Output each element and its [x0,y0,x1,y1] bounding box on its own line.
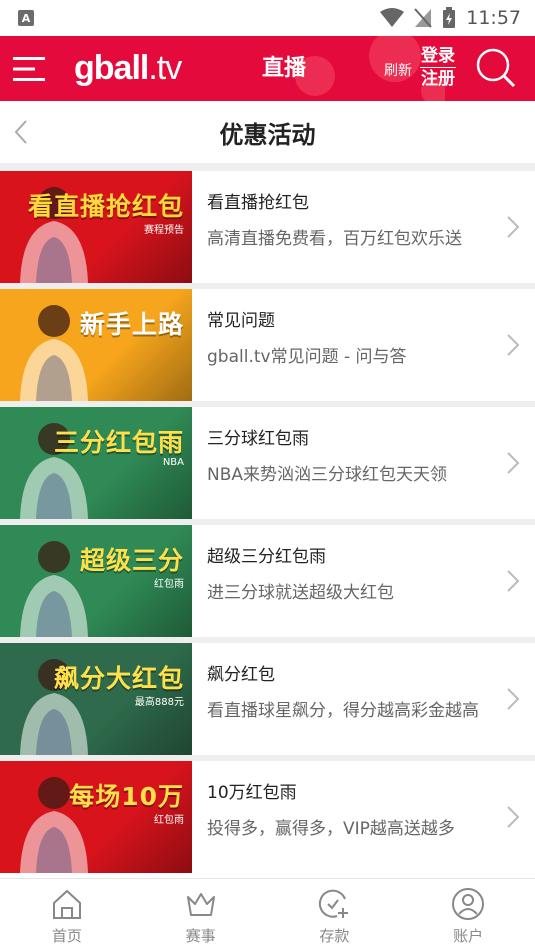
promo-banner-image[interactable]: 三分红包雨 NBA [0,407,192,519]
tab-events[interactable]: 赛事 [134,879,268,952]
promo-banner-image[interactable]: 看直播抢红包赛程预告 [0,171,192,283]
promo-banner-subtext: 最高888元 [134,697,184,708]
promo-title: 超级三分红包雨 [207,547,326,567]
promo-body: 常见问题 gball.tv常见问题 - 问与答 [192,289,535,401]
promo-item[interactable]: 三分红包雨 NBA 三分球红包雨 NBA来势汹汹三分球红包天天领 [0,407,535,519]
login-link[interactable]: 登录 [421,45,455,67]
status-time: 11:57 [466,7,521,29]
tab-deposit[interactable]: 存款 [268,879,402,952]
bottom-tab-bar: 首页 赛事 存款 账户 [0,878,535,952]
account-icon [452,888,485,920]
promo-body: 飙分红包看直播球星飙分，得分越高彩金越高 [192,643,535,755]
promo-item[interactable]: 看直播抢红包 赛程预告 看直播抢红包 高清直播免费看，百万红包欢乐送 [0,171,535,283]
promo-description: 进三分球就送超级大红包 [207,583,394,603]
divider [0,163,535,171]
wifi-icon [380,8,405,27]
promo-banner-text: 每场10万 [69,782,184,811]
tab-account[interactable]: 账户 [401,879,535,952]
promo-item[interactable]: 每场10万 红包雨 10万红包雨 投得多，赢得多，VIP越高送越多 [0,761,535,873]
promo-title: 常见问题 [207,311,275,331]
promo-banner-text: 三分红包雨 [53,428,184,457]
search-icon [476,48,516,88]
promo-banner-text: 新手上路 [79,310,184,339]
chevron-right-icon [507,452,520,474]
promo-banner-image[interactable]: 新手上路 [0,289,192,401]
app-header: gball.tv 直播 刷新 登录 注册 [0,36,535,101]
promo-title: 三分球红包雨 [207,429,309,449]
promo-list: 看直播抢红包 赛程预告 看直播抢红包 高清直播免费看，百万红包欢乐送 新手上路 常见问题 g… [0,171,535,873]
status-bar: A 11:57 [0,0,535,36]
promo-description: 投得多，赢得多，VIP越高送越多 [207,819,455,839]
promo-banner-text: 飙分大红包 [53,664,184,693]
auth-links: 登录 注册 [420,45,456,90]
promo-item[interactable]: 新手上路 常见问题 gball.tv常见问题 - 问与答 [0,289,535,401]
tab-label-account: 账户 [453,927,484,945]
no-signal-icon [414,8,432,28]
home-icon [52,889,81,919]
deposit-icon [319,889,349,918]
chevron-right-icon [507,806,520,828]
chevron-right-icon [507,688,520,710]
tab-label-home: 首页 [51,927,82,945]
promo-title: 飙分红包 [207,665,275,685]
promo-title: 看直播抢红包 [207,193,309,213]
chevron-right-icon [507,216,520,238]
tab-label-deposit: 存款 [319,927,350,945]
menu-icon [13,56,45,81]
chevron-left-icon [14,120,27,144]
search-button[interactable] [474,46,518,90]
promo-item[interactable]: 飙分大红包 最高888元 飙分红包 看直播球星飙分，得分越高彩金越高 [0,643,535,755]
tab-label-events: 赛事 [185,927,216,945]
promo-banner-text: 超级三分 [79,546,184,575]
back-button[interactable] [8,117,38,147]
promo-banner-image[interactable]: 每场10万红包雨 [0,761,192,873]
page-title: 优惠活动 [219,120,316,149]
promo-banner-image[interactable]: 超级三分红包雨 [0,525,192,637]
promo-description: 高清直播免费看，百万红包欢乐送 [207,229,462,249]
promo-banner-image[interactable]: 飙分大红包最高888元 [0,643,192,755]
promo-item[interactable]: 超级三分 红包雨 超级三分红包雨 进三分球就送超级大红包 [0,525,535,637]
promo-banner-text: 看直播抢红包 [27,192,184,221]
notification-icon: A [18,10,34,26]
promo-banner-subtext: 赛程预告 [144,225,184,236]
register-link[interactable]: 注册 [421,68,455,90]
header-live-title[interactable]: 直播 [262,36,306,101]
nav-bar: 优惠活动 [0,101,535,163]
refresh-button[interactable]: 刷新 [384,60,412,80]
battery-icon [443,7,456,28]
crown-icon [186,893,215,916]
tab-home[interactable]: 首页 [0,879,134,952]
menu-button[interactable] [0,36,60,101]
promo-description: 看直播球星飙分，得分越高彩金越高 [207,701,479,721]
promo-body: 10万红包雨投得多，赢得多，VIP越高送越多 [192,761,535,873]
promo-banner-subtext: 红包雨 [154,579,184,590]
chevron-right-icon [507,570,520,592]
promo-banner-subtext: NBA [162,457,184,468]
promo-body: 超级三分红包雨进三分球就送超级大红包 [192,525,535,637]
promo-body: 三分球红包雨 NBA来势汹汹三分球红包天天领 [192,407,535,519]
promo-body: 看直播抢红包高清直播免费看，百万红包欢乐送 [192,171,535,283]
promo-description: gball.tv常见问题 - 问与答 [207,347,407,367]
promo-banner-subtext: 红包雨 [154,815,184,826]
chevron-right-icon [507,334,520,356]
app-logo[interactable]: gball.tv [74,49,182,88]
promo-description: NBA来势汹汹三分球红包天天领 [207,465,448,485]
promo-title: 10万红包雨 [207,783,297,803]
